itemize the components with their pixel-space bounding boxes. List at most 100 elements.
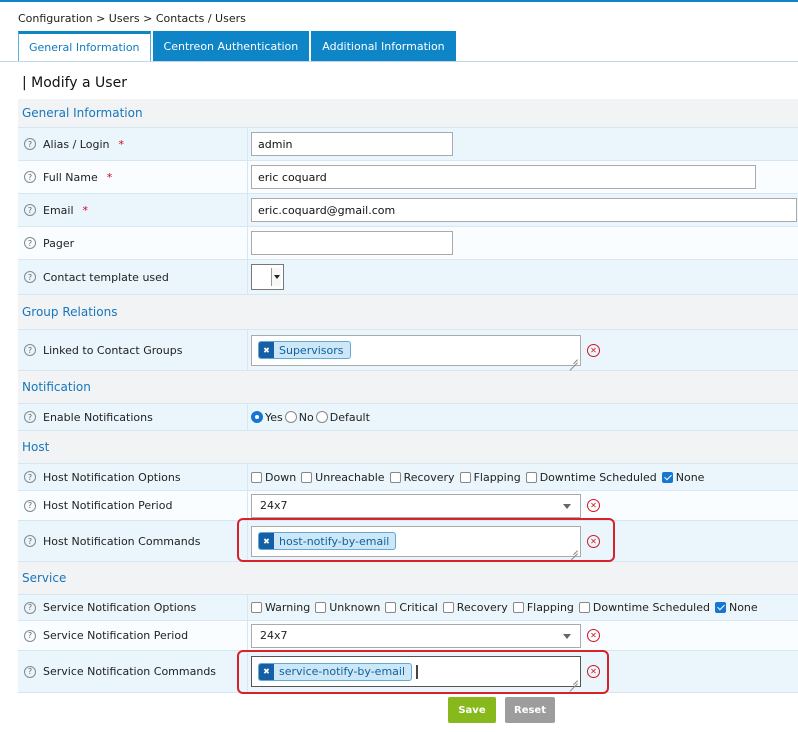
full-name-label: Full Name bbox=[43, 170, 98, 184]
host-period-label: Host Notification Period bbox=[43, 499, 173, 512]
checkbox-service-flapping[interactable]: Flapping bbox=[512, 601, 574, 614]
section-host: Host bbox=[18, 431, 798, 464]
help-icon[interactable]: ? bbox=[24, 171, 36, 183]
tab-general-information[interactable]: General Information bbox=[18, 31, 151, 61]
row-alias: ? Alias / Login * bbox=[18, 128, 798, 161]
row-service-notification-period: ? Service Notification Period 24x7 ✕ bbox=[18, 621, 798, 651]
host-commands-input[interactable]: ✖ host-notify-by-email bbox=[251, 525, 581, 557]
remove-tag-icon[interactable]: ✖ bbox=[259, 533, 274, 549]
pager-input[interactable] bbox=[251, 231, 453, 255]
checkbox-service-critical[interactable]: Critical bbox=[385, 601, 438, 614]
alias-input[interactable] bbox=[251, 132, 453, 156]
row-service-notification-commands: ? Service Notification Commands ✖ servic… bbox=[18, 651, 798, 693]
clear-icon[interactable]: ✕ bbox=[587, 629, 600, 642]
clear-icon[interactable]: ✕ bbox=[587, 499, 600, 512]
service-commands-input[interactable]: ✖ service-notify-by-email bbox=[251, 656, 581, 687]
help-icon[interactable]: ? bbox=[24, 138, 36, 150]
checkbox-host-recovery[interactable]: Recovery bbox=[389, 471, 455, 484]
tab-additional-information[interactable]: Additional Information bbox=[311, 31, 456, 61]
row-email: ? Email * bbox=[18, 194, 798, 227]
radio-no[interactable] bbox=[284, 411, 297, 423]
contact-template-select[interactable] bbox=[251, 264, 284, 290]
help-icon[interactable]: ? bbox=[24, 629, 36, 642]
help-icon[interactable]: ? bbox=[24, 665, 36, 678]
user-form: General Information ? Alias / Login * ? F… bbox=[18, 99, 798, 693]
checkbox-host-flapping[interactable]: Flapping bbox=[459, 471, 521, 484]
top-accent-line bbox=[0, 0, 798, 2]
section-notification: Notification bbox=[18, 371, 798, 404]
host-commands-label: Host Notification Commands bbox=[43, 534, 201, 548]
service-period-value: 24x7 bbox=[260, 629, 288, 642]
help-icon[interactable]: ? bbox=[24, 535, 36, 547]
service-period-label: Service Notification Period bbox=[43, 629, 189, 642]
required-marker: * bbox=[106, 170, 113, 184]
service-commands-label: Service Notification Commands bbox=[43, 665, 217, 678]
resize-handle-icon[interactable] bbox=[568, 674, 578, 684]
enable-notifications-label: Enable Notifications bbox=[43, 410, 153, 424]
tab-centreon-authentication[interactable]: Centreon Authentication bbox=[152, 31, 310, 61]
breadcrumb: Configuration > Users > Contacts / Users bbox=[18, 12, 246, 25]
radio-default-label: Default bbox=[329, 410, 370, 424]
tag-chip: ✖ host-notify-by-email bbox=[258, 532, 397, 550]
tag-label: host-notify-by-email bbox=[279, 534, 390, 548]
checkbox-service-recovery[interactable]: Recovery bbox=[442, 601, 508, 614]
remove-tag-icon[interactable]: ✖ bbox=[259, 663, 274, 680]
row-host-notification-period: ? Host Notification Period 24x7 ✕ bbox=[18, 491, 798, 521]
checkbox-host-none[interactable]: None bbox=[661, 471, 704, 484]
help-icon[interactable]: ? bbox=[24, 499, 36, 512]
reset-button[interactable]: Reset bbox=[505, 697, 555, 723]
tag-chip: ✖ Supervisors bbox=[258, 341, 351, 359]
page-title: | Modify a User bbox=[22, 75, 127, 91]
clear-icon[interactable]: ✕ bbox=[587, 665, 600, 678]
full-name-input[interactable] bbox=[251, 165, 756, 189]
resize-handle-icon[interactable] bbox=[568, 353, 578, 363]
checkbox-host-unreachable[interactable]: Unreachable bbox=[301, 471, 385, 484]
radio-yes-label: Yes bbox=[265, 410, 283, 424]
help-icon[interactable]: ? bbox=[24, 271, 36, 283]
help-icon[interactable]: ? bbox=[24, 344, 36, 356]
remove-tag-icon[interactable]: ✖ bbox=[259, 342, 274, 358]
required-marker: * bbox=[82, 203, 89, 217]
checkbox-service-unknown[interactable]: Unknown bbox=[315, 601, 380, 614]
clear-icon[interactable]: ✕ bbox=[587, 534, 600, 548]
resize-handle-icon[interactable] bbox=[568, 544, 578, 554]
help-icon[interactable]: ? bbox=[24, 471, 36, 483]
contact-groups-label: Linked to Contact Groups bbox=[43, 343, 183, 357]
radio-yes[interactable] bbox=[251, 411, 263, 423]
save-button[interactable]: Save bbox=[448, 697, 496, 723]
row-host-notification-commands: ? Host Notification Commands ✖ host-noti… bbox=[18, 521, 798, 562]
host-options-label: Host Notification Options bbox=[43, 470, 181, 484]
row-full-name: ? Full Name * bbox=[18, 161, 798, 194]
radio-default[interactable] bbox=[315, 411, 328, 423]
row-contact-template: ? Contact template used bbox=[18, 260, 798, 295]
section-group-relations: Group Relations bbox=[18, 295, 798, 330]
checkbox-service-downtime-scheduled[interactable]: Downtime Scheduled bbox=[578, 601, 710, 614]
contact-groups-input[interactable]: ✖ Supervisors bbox=[251, 334, 581, 366]
help-icon[interactable]: ? bbox=[24, 601, 36, 614]
section-service: Service bbox=[18, 562, 798, 595]
tag-label: service-notify-by-email bbox=[279, 665, 406, 678]
help-icon[interactable]: ? bbox=[24, 237, 36, 249]
checkbox-service-warning[interactable]: Warning bbox=[251, 601, 310, 614]
chevron-down-icon bbox=[563, 633, 571, 639]
clear-icon[interactable]: ✕ bbox=[587, 343, 600, 357]
radio-no-label: No bbox=[298, 410, 314, 424]
service-options-label: Service Notification Options bbox=[43, 601, 197, 614]
service-period-select[interactable]: 24x7 bbox=[251, 623, 581, 648]
section-general-information: General Information bbox=[18, 99, 798, 128]
checkbox-host-down[interactable]: Down bbox=[251, 471, 296, 484]
help-icon[interactable]: ? bbox=[24, 204, 36, 216]
checkbox-host-downtime-scheduled[interactable]: Downtime Scheduled bbox=[525, 471, 657, 484]
email-input[interactable] bbox=[251, 198, 797, 222]
checkbox-service-none[interactable]: None bbox=[714, 601, 758, 614]
contact-template-label: Contact template used bbox=[43, 270, 169, 284]
tab-bar: General Information Centreon Authenticat… bbox=[18, 31, 456, 61]
host-period-value: 24x7 bbox=[260, 499, 288, 512]
tag-chip: ✖ service-notify-by-email bbox=[258, 662, 413, 681]
tabs-divider bbox=[0, 61, 798, 62]
text-cursor bbox=[416, 664, 419, 679]
help-icon[interactable]: ? bbox=[24, 411, 36, 423]
chevron-down-icon bbox=[563, 503, 571, 509]
row-enable-notifications: ? Enable Notifications Yes No Default bbox=[18, 404, 798, 431]
host-period-select[interactable]: 24x7 bbox=[251, 493, 581, 518]
